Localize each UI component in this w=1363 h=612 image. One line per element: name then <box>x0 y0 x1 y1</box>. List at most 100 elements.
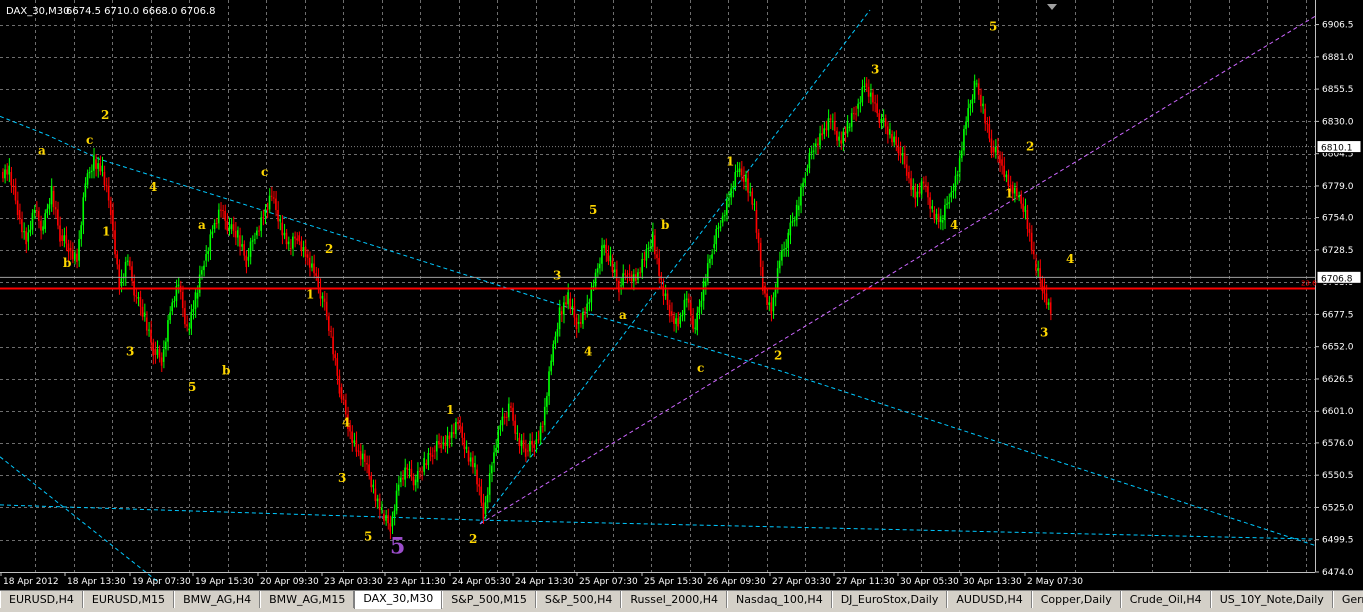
candle-body <box>899 146 902 156</box>
candle-body <box>831 121 834 123</box>
candle-body <box>359 451 362 460</box>
candle-body <box>817 143 819 146</box>
candle-body <box>935 213 938 220</box>
chart-tab-germar[interactable]: Germar <box>1332 591 1363 608</box>
chart-tab-dax-30-m30[interactable]: DAX_30,M30 <box>354 591 443 609</box>
candle-body <box>27 232 30 242</box>
candle-body <box>800 187 802 206</box>
candle-body <box>181 291 184 309</box>
candle-body <box>311 263 313 268</box>
candle-body <box>690 302 692 316</box>
candle-body <box>761 266 764 291</box>
price-tick-label: 6499.5 <box>1322 536 1354 546</box>
candle-body <box>429 453 432 455</box>
chart-tab-eurusd-h4[interactable]: EURUSD,H4 <box>0 591 83 608</box>
candle-body <box>999 154 1001 164</box>
time-tick-label: 27 Apr 03:30 <box>772 577 831 587</box>
price-chart[interactable]: ac2b143ab5c2143512354abc1235412435 6906.… <box>0 0 1363 590</box>
candle-body <box>446 435 449 447</box>
candle-body <box>298 235 300 242</box>
candle-body <box>749 191 751 193</box>
candle-body <box>529 440 531 452</box>
wave-label: 2 <box>774 348 782 362</box>
trend-line[interactable] <box>479 9 871 525</box>
candle-body <box>344 399 347 415</box>
candle-body <box>571 306 574 309</box>
trend-line[interactable] <box>479 15 1316 525</box>
candle-body <box>946 203 948 205</box>
wave-label-major: 5 <box>390 533 405 559</box>
candle-body <box>808 153 811 169</box>
chart-tab-bmw-ag-h4[interactable]: BMW_AG,H4 <box>174 591 261 608</box>
candle-body <box>380 507 383 510</box>
candle-body <box>721 216 724 223</box>
candle-body <box>1026 209 1029 229</box>
wave-label: b <box>661 218 669 232</box>
candle-body <box>512 407 514 421</box>
candle-body <box>366 463 368 465</box>
candle-body <box>698 306 701 313</box>
candle-body <box>577 322 580 324</box>
candle-body <box>903 153 906 165</box>
candle-body <box>315 273 317 276</box>
candle-body <box>795 204 798 221</box>
candle-body <box>730 188 732 198</box>
candle-body <box>469 457 472 462</box>
candle-body <box>863 85 866 88</box>
candle-body <box>258 230 260 232</box>
candle-body <box>1005 174 1008 178</box>
candle-body <box>76 253 78 262</box>
candle-body <box>412 477 415 486</box>
candle-body <box>148 329 150 331</box>
candle-body <box>872 92 874 103</box>
candle-body <box>321 296 324 299</box>
candle-body <box>764 285 766 294</box>
candle-body <box>586 303 588 312</box>
candle-body <box>965 121 967 129</box>
candle-body <box>891 134 893 143</box>
candle-body <box>370 475 372 488</box>
wave-label: c <box>261 165 268 179</box>
chart-tab-s-p-500-h4[interactable]: S&P_500,H4 <box>535 591 622 608</box>
chart-tab-s-p-500-m15[interactable]: S&P_500,M15 <box>442 591 536 608</box>
chart-canvas[interactable]: ac2b143ab5c2143512354abc1235412435 6906.… <box>0 0 1363 590</box>
candles <box>2 74 1052 540</box>
candle-body <box>725 199 728 216</box>
candle-body <box>44 213 46 229</box>
chart-tab-nasdaq-100-h4[interactable]: Nasdaq_100,H4 <box>727 591 832 608</box>
chart-tab-dj-eurostox-daily[interactable]: DJ_EuroStox,Daily <box>831 591 948 608</box>
wave-label: 1 <box>446 403 454 417</box>
candle-body <box>220 209 222 211</box>
candle-body <box>582 311 584 324</box>
chart-tab-eurusd-m15[interactable]: EURUSD,M15 <box>82 591 175 608</box>
candle-body <box>675 318 677 324</box>
candle-body <box>605 244 607 254</box>
candle-body <box>853 113 855 115</box>
scroll-marker-icon[interactable] <box>1047 4 1057 10</box>
candle-body <box>1045 293 1048 305</box>
candle-body <box>101 165 104 172</box>
candle-body <box>829 118 832 121</box>
candle-body <box>207 251 209 254</box>
terminal-window: ac2b143ab5c2143512354abc1235412435 6906.… <box>0 0 1363 612</box>
candle-body <box>960 150 963 159</box>
chart-tab-audusd-h4[interactable]: AUDUSD,H4 <box>947 591 1032 608</box>
candle-body <box>793 220 796 222</box>
trend-line[interactable] <box>0 115 1316 546</box>
chart-tab-bmw-ag-m15[interactable]: BMW_AG,M15 <box>260 591 355 608</box>
candle-body <box>812 150 815 152</box>
candle-body <box>895 136 897 145</box>
candle-body <box>480 486 483 503</box>
wave-label: 3 <box>126 345 134 359</box>
candle-body <box>251 240 254 242</box>
candle-body <box>990 138 993 154</box>
chart-tab-us-10y-note-daily[interactable]: US_10Y_Note,Daily <box>1210 591 1333 608</box>
candle-body <box>711 254 713 259</box>
chart-tab-copper-daily[interactable]: Copper,Daily <box>1031 591 1121 608</box>
trend-line[interactable] <box>0 504 1316 540</box>
chart-tab-crude-oil-h4[interactable]: Crude_Oil,H4 <box>1120 591 1211 608</box>
candle-body <box>31 212 34 230</box>
candle-body <box>901 153 904 156</box>
price-tick-label: 6550.5 <box>1322 471 1354 481</box>
chart-tab-russel-2000-h4[interactable]: Russel_2000,H4 <box>621 591 728 608</box>
